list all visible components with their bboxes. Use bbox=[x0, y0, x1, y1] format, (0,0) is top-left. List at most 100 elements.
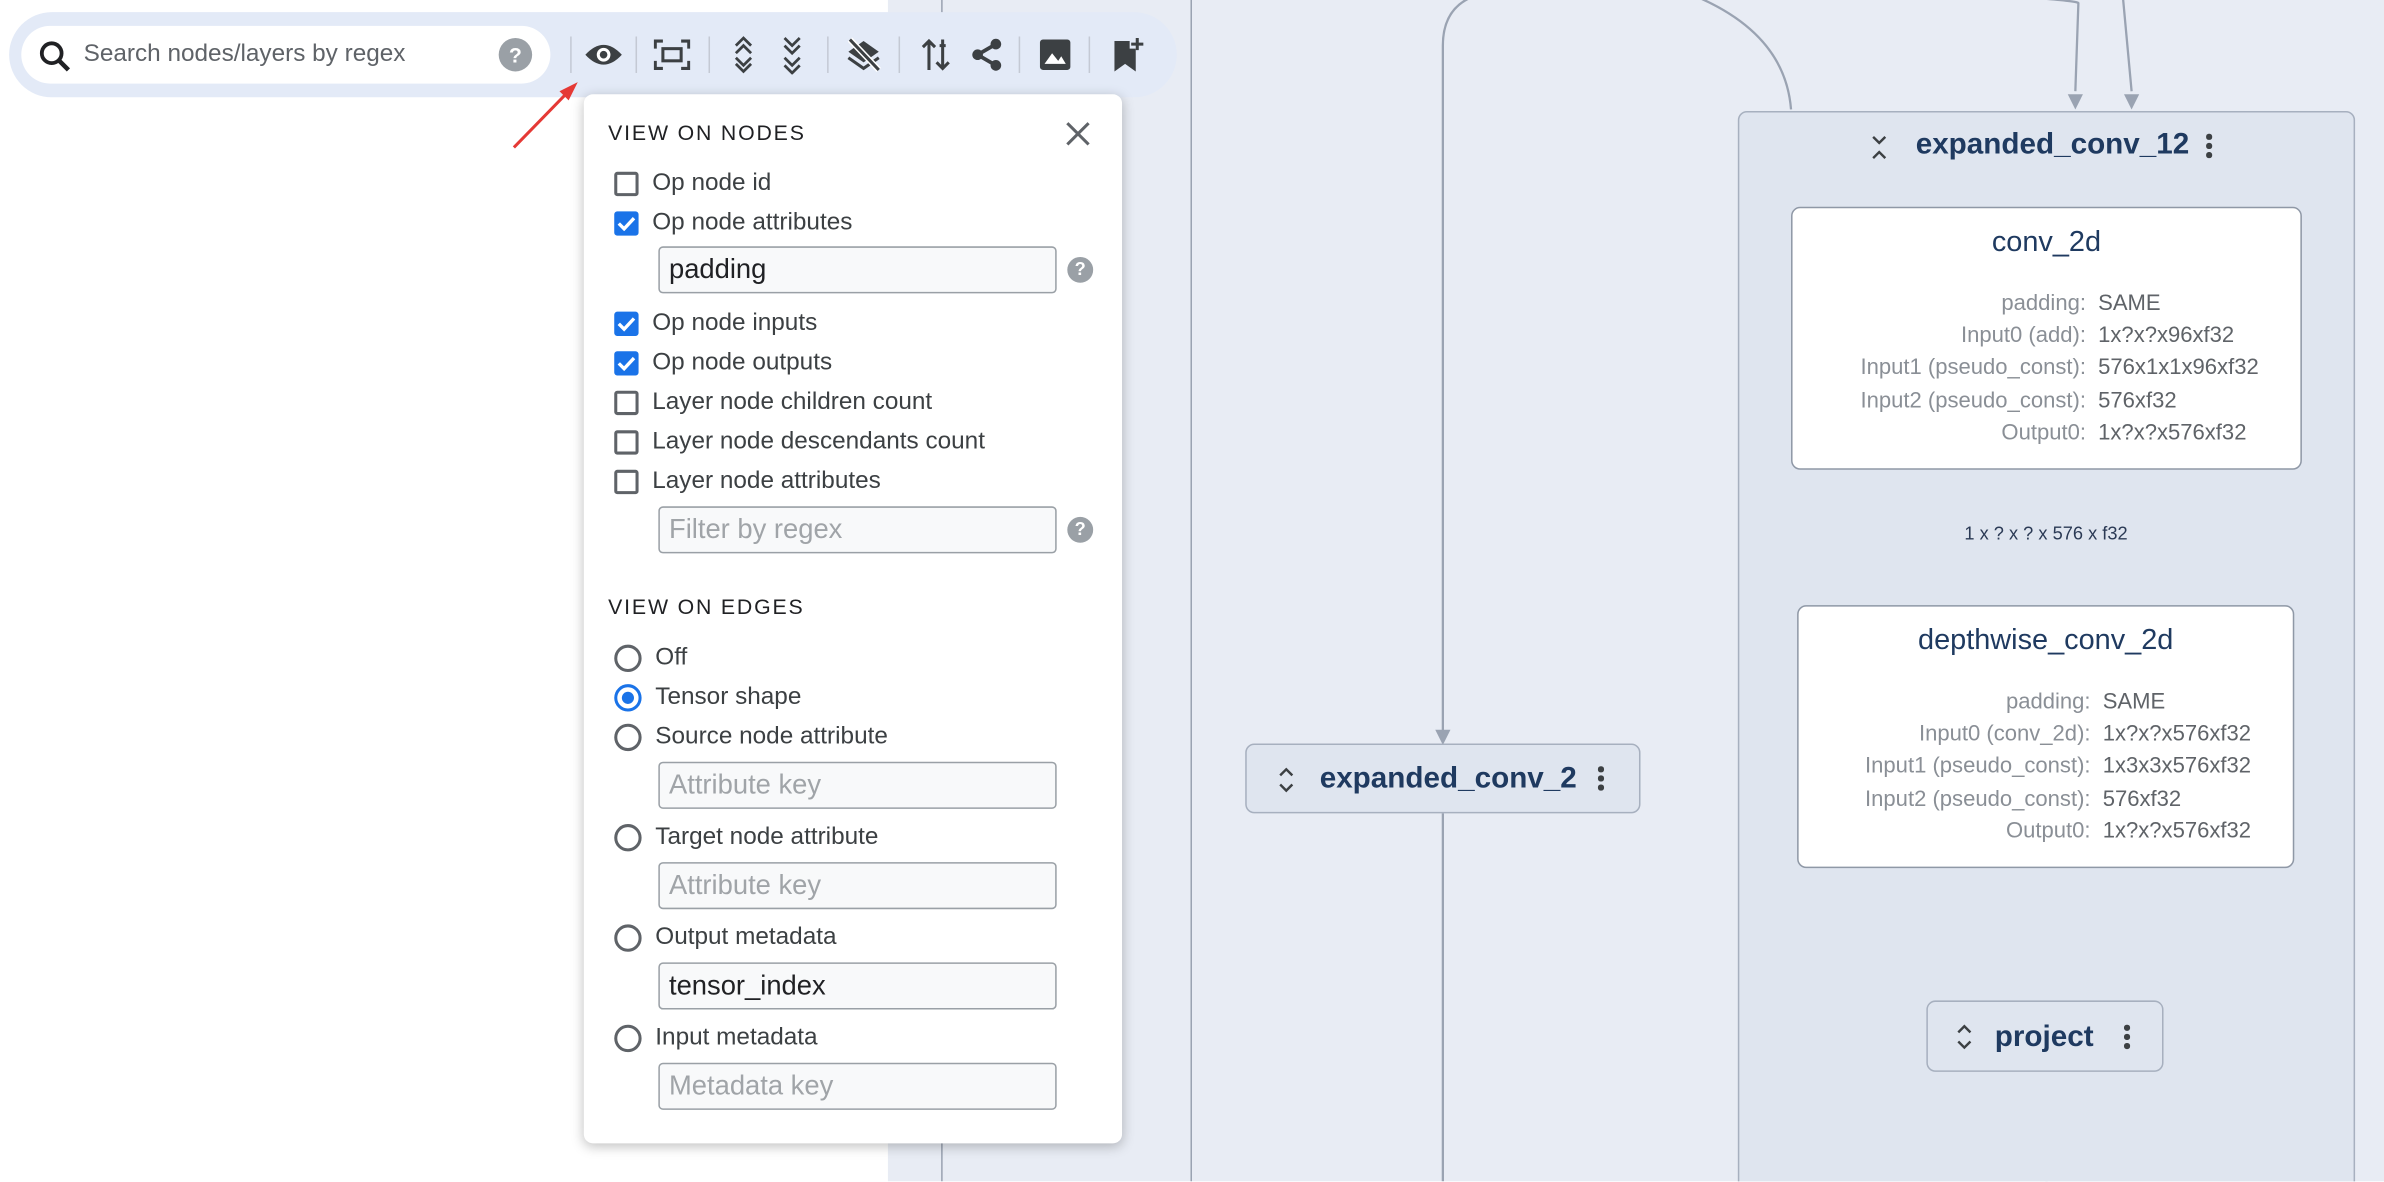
node-option-2[interactable]: Op node inputs bbox=[614, 307, 817, 340]
checkbox[interactable] bbox=[614, 171, 639, 197]
layers-off-icon[interactable] bbox=[842, 33, 885, 76]
node-option-4[interactable]: Layer node children count bbox=[614, 386, 932, 419]
attribute-key: Input1 (pseudo_const): bbox=[1860, 356, 2086, 381]
annotation-arrow bbox=[512, 82, 578, 149]
expand-all-icon[interactable] bbox=[722, 33, 765, 76]
more-options-icon[interactable] bbox=[2206, 133, 2212, 161]
search-placeholder: Search nodes/layers by regex bbox=[83, 41, 406, 67]
share-icon[interactable] bbox=[965, 33, 1008, 76]
attribute-key: padding: bbox=[2005, 690, 2091, 715]
help-icon[interactable]: ? bbox=[1067, 256, 1094, 283]
option-label: Layer node attributes bbox=[652, 468, 881, 495]
node-option-1[interactable]: Op node attributes bbox=[614, 207, 852, 240]
attribute-key: Input0 (conv_2d): bbox=[1918, 722, 2091, 747]
attribute-key: padding: bbox=[2001, 291, 2086, 317]
op-node-title: conv_2d bbox=[1991, 226, 2102, 259]
radio[interactable] bbox=[614, 644, 642, 673]
bookmark-add-icon[interactable] bbox=[1107, 33, 1150, 76]
layer-node-expanded-conv-2[interactable]: expanded_conv_2 bbox=[1245, 743, 1641, 814]
op-node-depthwise-conv-2d[interactable]: depthwise_conv_2d padding: SAME Input0 (co… bbox=[1797, 605, 2295, 869]
option-label: Target node attribute bbox=[655, 824, 879, 850]
target-attribute-key-input[interactable]: Attribute key bbox=[658, 862, 1057, 910]
node-option-0[interactable]: Op node id bbox=[614, 167, 771, 200]
option-label: Input metadata bbox=[655, 1024, 818, 1051]
edge-option-5[interactable]: Input metadata bbox=[614, 1022, 818, 1055]
app-root: expanded_conv_12 conv_2d padding: SAME Inp… bbox=[0, 0, 2384, 1182]
op-node-attributes-filter-input[interactable]: padding bbox=[658, 246, 1057, 294]
attribute-value: 1x3x3x576xf32 bbox=[2102, 754, 2252, 780]
option-label: Tensor shape bbox=[655, 684, 802, 711]
image-icon[interactable] bbox=[1034, 33, 1077, 76]
toolbar-divider bbox=[1018, 36, 1021, 73]
more-options-icon[interactable] bbox=[2123, 1024, 2130, 1052]
attribute-key: Input0 (add): bbox=[1960, 324, 2086, 349]
node-option-3[interactable]: Op node outputs bbox=[614, 347, 832, 380]
option-label: Op node outputs bbox=[652, 349, 833, 376]
attribute-key: Input1 (pseudo_const): bbox=[1865, 754, 2091, 780]
attribute-key: Input2 (pseudo_const): bbox=[1860, 388, 2086, 413]
attribute-key: Input2 (pseudo_const): bbox=[1865, 786, 2091, 812]
option-label: Output metadata bbox=[655, 924, 837, 951]
expand-icon[interactable] bbox=[1955, 1022, 1973, 1052]
op-node-title: depthwise_conv_2d bbox=[1918, 624, 2174, 657]
sort-icon[interactable] bbox=[915, 33, 958, 76]
option-label: Op node inputs bbox=[652, 310, 818, 337]
toolbar-divider bbox=[898, 36, 901, 73]
eye-icon[interactable] bbox=[582, 33, 625, 76]
toolbar-divider bbox=[635, 36, 638, 73]
checkbox[interactable] bbox=[614, 430, 639, 455]
radio[interactable] bbox=[614, 924, 642, 952]
attribute-value: 576x1x1x96xf32 bbox=[2098, 356, 2259, 381]
checkbox-checked[interactable] bbox=[614, 351, 639, 376]
radio[interactable] bbox=[614, 723, 642, 752]
checkbox[interactable] bbox=[614, 469, 639, 495]
layer-node-project[interactable]: project bbox=[1926, 1000, 2164, 1072]
option-label: Layer node children count bbox=[652, 389, 933, 416]
op-node-conv-2d[interactable]: conv_2d padding: SAME Input0 (add): 1x?x?x9… bbox=[1791, 206, 2302, 470]
radio-selected[interactable] bbox=[614, 684, 642, 712]
checkbox-checked[interactable] bbox=[614, 211, 639, 236]
radio[interactable] bbox=[614, 1024, 642, 1053]
help-icon[interactable]: ? bbox=[1067, 516, 1094, 543]
edge-option-1[interactable]: Tensor shape bbox=[614, 681, 801, 714]
group-title: expanded_conv_12 bbox=[1915, 127, 2190, 162]
attribute-value: 1x?x?x576xf32 bbox=[2102, 722, 2252, 747]
attribute-value: SAME bbox=[2098, 291, 2161, 317]
source-attribute-key-input[interactable]: Attribute key bbox=[658, 761, 1057, 809]
toolbar-divider bbox=[1088, 36, 1091, 73]
layer-label: project bbox=[1994, 1020, 2094, 1054]
attribute-key: Output0: bbox=[2001, 420, 2086, 446]
layer-label: expanded_conv_2 bbox=[1319, 761, 1577, 796]
attribute-value: 1x?x?x576xf32 bbox=[2102, 819, 2252, 844]
input-metadata-key-input[interactable]: Metadata key bbox=[658, 1062, 1057, 1110]
checkbox-checked[interactable] bbox=[614, 311, 639, 337]
close-icon[interactable] bbox=[1064, 120, 1091, 147]
collapse-all-icon[interactable] bbox=[771, 33, 814, 76]
layer-attributes-filter-input[interactable]: Filter by regex bbox=[658, 506, 1057, 554]
search-help-icon[interactable]: ? bbox=[498, 38, 533, 72]
more-options-icon[interactable] bbox=[1597, 766, 1604, 793]
expand-icon[interactable] bbox=[1277, 765, 1295, 795]
fit-screen-icon[interactable] bbox=[651, 33, 694, 76]
attribute-key: Output0: bbox=[2005, 819, 2091, 844]
checkbox[interactable] bbox=[614, 390, 639, 416]
option-label: Op node attributes bbox=[652, 209, 853, 236]
edge-option-4[interactable]: Output metadata bbox=[614, 921, 837, 954]
attribute-value: 1x?x?x576xf32 bbox=[2098, 420, 2247, 446]
edge-option-0[interactable]: Off bbox=[614, 642, 687, 675]
collapse-icon[interactable] bbox=[1870, 134, 1888, 161]
node-option-5[interactable]: Layer node descendants count bbox=[614, 426, 985, 459]
radio[interactable] bbox=[614, 824, 642, 852]
edge-option-2[interactable]: Source node attribute bbox=[614, 721, 888, 754]
attribute-value: 1x?x?x96xf32 bbox=[2098, 324, 2235, 349]
view-options-panel: VIEW ON NODES Op node id Op node attribut… bbox=[583, 94, 1123, 1144]
search-input[interactable]: Search nodes/layers by regex ? bbox=[21, 25, 551, 84]
option-label: Source node attribute bbox=[655, 723, 888, 750]
edges-section-heading: VIEW ON EDGES bbox=[608, 594, 805, 619]
output-metadata-key-input[interactable]: tensor_index bbox=[658, 962, 1057, 1010]
attribute-value: 576xf32 bbox=[2102, 786, 2182, 812]
node-option-6[interactable]: Layer node attributes bbox=[614, 465, 881, 498]
option-label: Off bbox=[655, 644, 688, 671]
attribute-value: 576xf32 bbox=[2098, 388, 2177, 413]
edge-option-3[interactable]: Target node attribute bbox=[614, 821, 878, 854]
